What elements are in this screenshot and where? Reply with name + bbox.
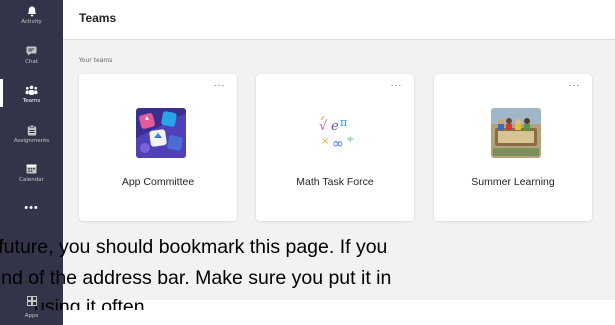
rail-label: Teams xyxy=(22,98,41,104)
svg-text:∞: ∞ xyxy=(332,136,344,152)
rail-item-activity[interactable]: Activity xyxy=(0,5,63,25)
camp-photo-icon xyxy=(491,108,541,158)
apps-icon xyxy=(26,293,37,311)
svg-text:π: π xyxy=(340,116,347,129)
bell-icon xyxy=(25,5,39,17)
team-card-app-committee[interactable]: ··· App Committee xyxy=(79,74,237,221)
calendar-icon xyxy=(25,163,39,175)
document-text-line: e future, you should bookmark this page.… xyxy=(0,236,388,258)
rail-label: Apps xyxy=(24,313,39,319)
rail-item-calendar[interactable]: Calendar xyxy=(0,163,63,183)
rail-label: Assignments xyxy=(13,138,50,144)
more-apps-button[interactable]: ••• xyxy=(0,202,63,214)
svg-text:×: × xyxy=(321,136,329,147)
svg-text:√: √ xyxy=(319,119,328,134)
math-symbols-icon: √ e π × ∞ ÷ xyxy=(313,108,363,158)
document-text-line: e end of the address bar. Make sure you … xyxy=(0,267,392,289)
more-options-button[interactable]: ··· xyxy=(391,80,403,91)
section-label: Your teams xyxy=(79,57,113,64)
team-card-math-task-force[interactable]: ··· √ e π × ∞ ÷ Math Task Force xyxy=(256,74,414,221)
svg-text:÷: ÷ xyxy=(346,134,354,145)
more-options-button[interactable]: ··· xyxy=(569,80,581,91)
assignments-icon xyxy=(25,124,39,136)
rail-item-teams[interactable]: Teams xyxy=(0,79,63,107)
rail-label: Calendar xyxy=(19,177,44,183)
teams-icon xyxy=(25,84,39,96)
team-name: Summer Learning xyxy=(471,176,555,188)
more-options-button[interactable]: ··· xyxy=(214,80,226,91)
rail-item-apps[interactable]: Apps xyxy=(0,293,63,319)
team-name: Math Task Force xyxy=(296,176,374,188)
rail-label: Chat xyxy=(25,59,38,65)
chat-icon xyxy=(25,45,39,57)
team-card-summer-learning[interactable]: ··· Summer Learning xyxy=(434,74,592,221)
page-header: Teams xyxy=(63,0,615,40)
rail-item-chat[interactable]: Chat xyxy=(0,45,63,65)
rail-item-assignments[interactable]: Assignments xyxy=(0,124,63,144)
rail-label: Activity xyxy=(21,19,42,25)
team-name: App Committee xyxy=(121,176,195,188)
page-title: Teams xyxy=(79,11,117,25)
team-avatar-icon xyxy=(136,108,186,158)
svg-text:e: e xyxy=(331,119,339,134)
